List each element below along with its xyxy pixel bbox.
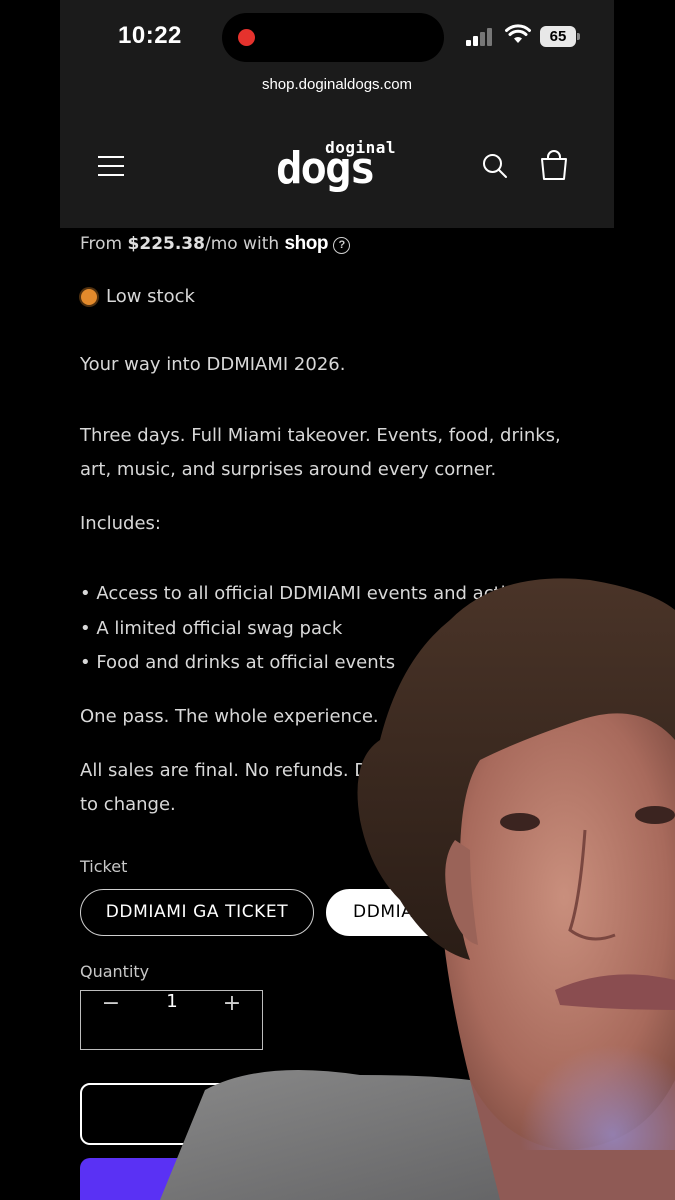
ticket-label: Ticket [80,857,128,876]
cart-icon[interactable] [539,150,569,182]
description-line: Includes: [80,513,161,534]
logo-main-text: dogs [276,143,376,194]
description-line: art, music, and surprises around every c… [80,459,497,480]
battery-icon: 65 [540,26,580,47]
site-logo[interactable]: doginal dogs [274,138,400,200]
add-to-cart-button[interactable] [80,1083,600,1145]
installment-amount: $225.38 [127,234,205,254]
wifi-icon [505,24,531,43]
cellular-signal-icon [466,28,496,46]
recording-indicator-icon [238,29,255,46]
includes-list-item: • Food and drinks at official events [80,652,396,673]
installment-price: From $225.38/mo with shop ? [80,233,351,255]
includes-list-item: • Access to all official DDMIAMI events … [80,583,534,604]
dynamic-island [222,13,444,62]
help-icon[interactable]: ? [333,237,351,254]
search-icon[interactable] [481,152,509,180]
shop-pay-logo: shop [284,233,329,254]
buy-now-button[interactable] [80,1158,600,1200]
description-line: One pass. The whole experience. [80,706,379,727]
url-bar[interactable]: shop.doginaldogs.com [60,76,614,93]
description-line: All sales are final. No refunds. Dates [80,760,407,781]
status-time: 10:22 [118,22,182,49]
ticket-option-selected[interactable]: DDMIA [326,889,526,936]
battery-level: 65 [549,28,567,45]
increase-quantity-button[interactable]: + [202,991,262,1049]
stock-status-dot-icon [81,289,97,305]
description-line: Your way into DDMIAMI 2026. [80,354,346,375]
ticket-option-ga[interactable]: DDMIAMI GA TICKET [80,889,314,936]
includes-list-item: • A limited official swag pack [80,618,343,639]
stock-status: Low stock [106,286,195,307]
site-header: 10:22 65 shop.doginaldogs.com doginal do… [60,0,614,228]
description-line: Three days. Full Miami takeover. Events,… [80,425,561,446]
hamburger-menu-icon[interactable] [98,152,124,180]
description-line: to change. [80,794,176,815]
quantity-input[interactable]: 1 [141,991,203,1012]
quantity-label: Quantity [80,962,150,981]
decrease-quantity-button[interactable]: − [81,991,141,1049]
quantity-stepper[interactable]: − 1 + [80,990,263,1050]
